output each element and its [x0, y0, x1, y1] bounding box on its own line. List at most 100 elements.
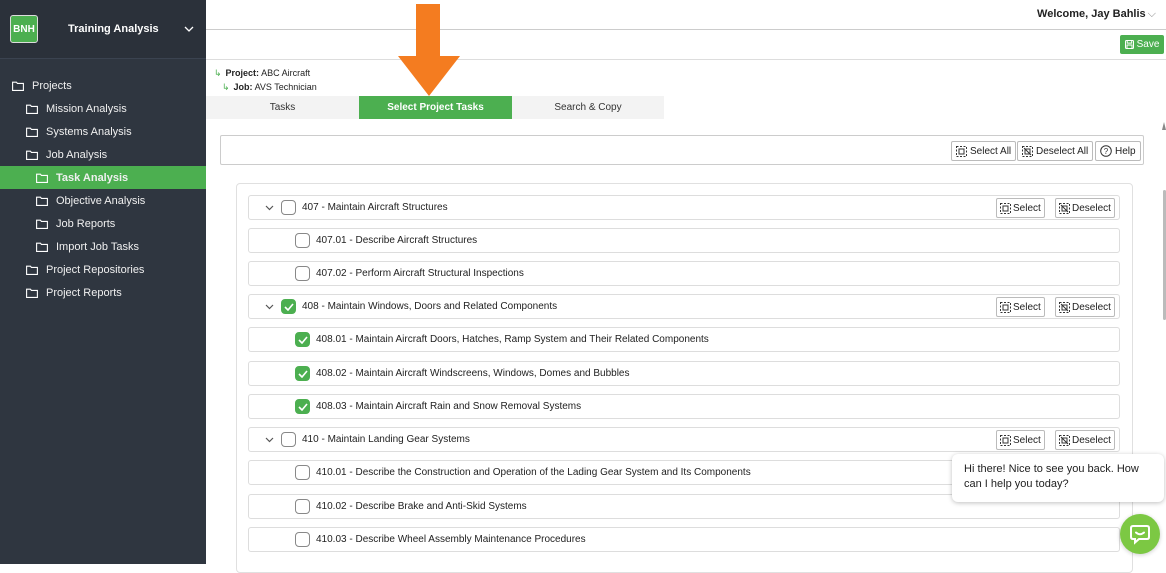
chevron-down-icon: ⌵: [1147, 8, 1156, 20]
chevron-down-icon[interactable]: [263, 304, 275, 310]
checkmark-icon: [283, 302, 294, 311]
sidebar-item-systems-analysis[interactable]: Systems Analysis: [0, 120, 206, 143]
sidebar-item-label: Systems Analysis: [46, 125, 132, 138]
sidebar-item-label: Import Job Tasks: [56, 240, 139, 253]
group-deselect-button[interactable]: Deselect: [1055, 430, 1115, 450]
task-checkbox[interactable]: [281, 200, 296, 215]
tab-search-copy[interactable]: Search & Copy: [512, 96, 664, 119]
task-group-row: 408 - Maintain Windows, Doors and Relate…: [248, 294, 1120, 319]
task-label: 410 - Maintain Landing Gear Systems: [302, 434, 470, 445]
user-menu[interactable]: Welcome, Jay Bahlis ⌵: [1037, 8, 1156, 21]
group-select-button[interactable]: Select: [996, 297, 1045, 317]
help-label: Help: [1115, 145, 1136, 157]
task-checkbox[interactable]: [295, 266, 310, 281]
task-label: 410.02 - Describe Brake and Anti-Skid Sy…: [316, 501, 527, 512]
help-button[interactable]: ? Help: [1095, 141, 1141, 161]
sidebar-item-label: Job Reports: [56, 217, 116, 230]
folder-icon: [26, 127, 38, 137]
chevron-down-icon[interactable]: [263, 437, 275, 443]
sidebar-item-job-reports[interactable]: Job Reports: [0, 212, 206, 235]
sidebar-item-label: Project Repositories: [46, 263, 145, 276]
task-label: 408.01 - Maintain Aircraft Doors, Hatche…: [316, 334, 709, 345]
tab-bar: Tasks Select Project Tasks Search & Copy: [206, 96, 664, 119]
deselect-label: Deselect: [1072, 434, 1111, 446]
svg-text:?: ?: [1104, 147, 1109, 156]
group-select-button[interactable]: Select: [996, 430, 1045, 450]
chevron-down-icon[interactable]: [182, 22, 196, 36]
task-checkbox-checked[interactable]: [295, 332, 310, 347]
sidebar-item-label: Task Analysis: [56, 171, 129, 184]
chat-icon: [1130, 525, 1150, 545]
folder-icon: [36, 242, 48, 252]
deselect-all-label: Deselect All: [1036, 145, 1089, 157]
group-deselect-button[interactable]: Deselect: [1055, 297, 1115, 317]
select-box-icon: [1000, 301, 1011, 313]
breadcrumb-project-value: ABC Aircraft: [261, 68, 311, 78]
deselect-label: Deselect: [1072, 202, 1111, 214]
sidebar-item-objective-analysis[interactable]: Objective Analysis: [0, 189, 206, 212]
task-checkbox[interactable]: [295, 233, 310, 248]
sidebar-item-import-job-tasks[interactable]: Import Job Tasks: [0, 235, 206, 258]
task-group-row: 407 - Maintain Aircraft Structures Selec…: [248, 195, 1120, 220]
select-all-button[interactable]: Select All: [951, 141, 1017, 161]
sidebar-item-job-analysis[interactable]: Job Analysis: [0, 143, 206, 166]
sidebar-item-task-analysis[interactable]: Task Analysis: [0, 166, 206, 189]
task-row: 408.02 - Maintain Aircraft Windscreens, …: [248, 361, 1120, 386]
task-checkbox-checked[interactable]: [295, 366, 310, 381]
sidebar-item-label: Objective Analysis: [56, 194, 146, 207]
breadcrumb-job-value: AVS Technician: [254, 82, 317, 92]
deselect-label: Deselect: [1072, 301, 1111, 313]
task-label: 407.01 - Describe Aircraft Structures: [316, 235, 478, 246]
folder-icon: [36, 196, 48, 206]
task-label: 407.02 - Perform Aircraft Structural Ins…: [316, 268, 524, 279]
breadcrumb-project-label: Project:: [225, 68, 260, 78]
tab-select-project-tasks[interactable]: Select Project Tasks: [359, 96, 512, 119]
app-title: Training Analysis: [68, 23, 159, 35]
annotation-arrow-icon: [398, 4, 460, 96]
scroll-up-arrow-icon[interactable]: [1162, 122, 1166, 130]
task-checkbox-checked[interactable]: [281, 299, 296, 314]
tab-tasks[interactable]: Tasks: [206, 96, 359, 119]
corner-arrow-icon: ↳: [214, 68, 222, 78]
sidebar-header: BNH Training Analysis: [0, 0, 206, 59]
folder-icon: [26, 104, 38, 114]
folder-icon: [26, 288, 38, 298]
sidebar-item-mission-analysis[interactable]: Mission Analysis: [0, 97, 206, 120]
select-label: Select: [1013, 301, 1041, 313]
chat-launcher-button[interactable]: [1120, 514, 1160, 554]
top-bar: Welcome, Jay Bahlis ⌵: [206, 0, 1166, 30]
sidebar-item-project-reports[interactable]: Project Reports: [0, 281, 206, 304]
task-checkbox[interactable]: [295, 532, 310, 547]
group-select-button[interactable]: Select: [996, 198, 1045, 218]
sidebar: BNH Training Analysis Projects Mission A…: [0, 0, 206, 564]
brand-logo: BNH: [10, 15, 38, 43]
select-box-icon: [1000, 434, 1011, 446]
select-all-label: Select All: [970, 145, 1012, 157]
save-label: Save: [1136, 39, 1160, 50]
task-checkbox[interactable]: [281, 432, 296, 447]
select-label: Select: [1013, 434, 1041, 446]
select-label: Select: [1013, 202, 1041, 214]
folder-icon: [12, 81, 24, 91]
task-checkbox-checked[interactable]: [295, 399, 310, 414]
breadcrumb-job: ↳ Job: AVS Technician: [222, 82, 317, 93]
deselect-all-button[interactable]: Deselect All: [1017, 141, 1094, 161]
group-deselect-button[interactable]: Deselect: [1055, 198, 1115, 218]
sidebar-item-project-repositories[interactable]: Project Repositories: [0, 258, 206, 281]
checkmark-icon: [297, 402, 308, 411]
sidebar-item-projects[interactable]: Projects: [0, 74, 206, 97]
checkmark-icon: [297, 369, 308, 378]
task-checkbox[interactable]: [295, 465, 310, 480]
chat-greeting-bubble[interactable]: Hi there! Nice to see you back. How can …: [952, 454, 1164, 502]
save-button[interactable]: Save: [1120, 35, 1164, 54]
task-checkbox[interactable]: [295, 499, 310, 514]
chevron-down-icon[interactable]: [263, 205, 275, 211]
task-label: 408 - Maintain Windows, Doors and Relate…: [302, 301, 558, 312]
task-label: 410.01 - Describe the Construction and O…: [316, 467, 751, 478]
breadcrumb-project: ↳ Project: ABC Aircraft: [214, 68, 310, 79]
task-row: 407.02 - Perform Aircraft Structural Ins…: [248, 261, 1120, 286]
task-row: 407.01 - Describe Aircraft Structures: [248, 228, 1120, 253]
sidebar-item-label: Project Reports: [46, 286, 122, 299]
sidebar-nav: Projects Mission Analysis Systems Analys…: [0, 74, 206, 304]
task-label: 408.03 - Maintain Aircraft Rain and Snow…: [316, 401, 582, 412]
